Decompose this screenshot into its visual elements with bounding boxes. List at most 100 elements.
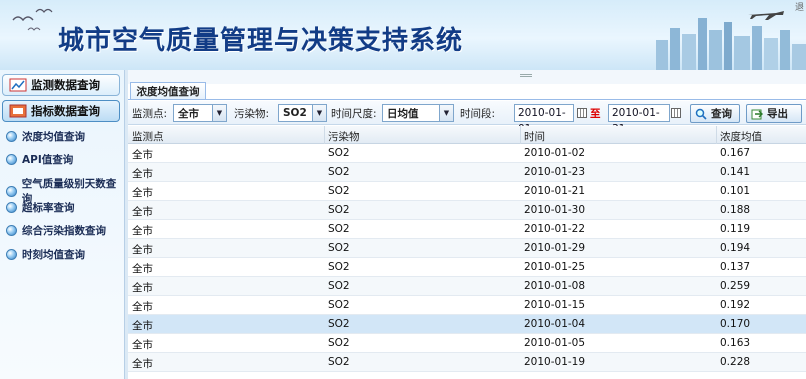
query-button-label: 查询 [711,108,732,120]
cell-concentration: 0.137 [720,261,751,273]
chevron-down-icon[interactable]: ▼ [212,105,226,121]
table-row[interactable]: 全市 SO2 2010-01-23 0.141 [128,163,806,182]
column-header-concentration[interactable]: 浓度均值 [720,129,762,144]
table-row[interactable]: 全市 SO2 2010-01-02 0.167 [128,144,806,163]
table-row[interactable]: 全市 SO2 2010-01-30 0.188 [128,201,806,220]
table-row[interactable]: 全市 SO2 2010-01-29 0.194 [128,239,806,258]
start-date-input[interactable]: 2010-01-01 [514,104,574,135]
cell-station: 全市 [132,187,153,199]
chevron-down-icon[interactable]: ▼ [439,105,453,121]
cell-pollutant: SO2 [328,318,350,330]
station-select[interactable]: 全市 ▼ [173,104,227,122]
cell-pollutant: SO2 [328,147,350,159]
cell-station: 全市 [132,301,153,313]
calendar-icon[interactable] [577,108,587,118]
period-label: 时间段: [460,108,496,120]
cell-station: 全市 [132,282,153,294]
cell-pollutant: SO2 [328,356,350,368]
bullet-icon [6,131,17,142]
cell-pollutant: SO2 [328,242,350,254]
bullet-icon [6,202,17,213]
cell-station: 全市 [132,225,153,237]
cell-station: 全市 [132,206,153,218]
table-header: 监测点 污染物 时间 浓度均值 [128,126,806,144]
cell-concentration: 0.259 [720,280,751,292]
airplane-icon [748,11,784,20]
cell-pollutant: SO2 [328,185,350,197]
cell-time: 2010-01-04 [524,318,586,330]
bullet-icon [6,249,17,260]
to-label: 至 [590,108,601,120]
cell-pollutant: SO2 [328,166,350,178]
tab-concentration-mean[interactable]: 浓度均值查询 [130,82,206,100]
column-header-pollutant[interactable]: 污染物 [328,129,360,144]
table-row[interactable]: 全市 SO2 2010-01-21 0.101 [128,182,806,201]
cell-concentration: 0.167 [720,147,751,159]
cell-concentration: 0.192 [720,299,751,311]
sidebar-item-api-value[interactable]: API值查询 [6,152,73,167]
table-row[interactable]: 全市 SO2 2010-01-25 0.137 [128,258,806,277]
bullet-icon [6,185,17,197]
pollutant-label: 污染物: [234,108,270,120]
table-row[interactable]: 全市 SO2 2010-01-08 0.259 [128,277,806,296]
column-divider [520,126,521,144]
cell-station: 全市 [132,263,153,275]
sidebar-group-indicator-query[interactable]: 指标数据查询 [2,100,120,122]
station-label: 监测点: [132,108,168,120]
sidebar-item-composite-index[interactable]: 综合污染指数查询 [6,223,106,238]
table-row[interactable]: 全市 SO2 2010-01-15 0.192 [128,296,806,315]
pollutant-select[interactable]: SO2 ▼ [278,104,327,122]
time-scale-label: 时间尺度: [331,108,377,120]
tab-divider [128,99,806,100]
collapse-handle[interactable] [520,74,532,77]
sidebar-item-concentration-mean[interactable]: 浓度均值查询 [6,129,85,144]
end-date-input[interactable]: 2010-01-31 [608,104,670,135]
cell-station: 全市 [132,358,153,370]
cell-time: 2010-01-05 [524,337,586,349]
cell-concentration: 0.228 [720,356,751,368]
time-scale-select[interactable]: 日均值 ▼ [382,104,454,122]
table-row[interactable]: 全市 SO2 2010-01-22 0.119 [128,220,806,239]
cell-time: 2010-01-29 [524,242,586,254]
cell-time: 2010-01-15 [524,299,586,311]
table-row[interactable]: 全市 SO2 2010-01-05 0.163 [128,334,806,353]
cell-station: 全市 [132,339,153,351]
table-row[interactable]: 全市 SO2 2010-01-04 0.170 [128,315,806,334]
column-divider [324,126,325,144]
app-title: 城市空气质量管理与决策支持系统 [58,26,464,56]
query-toolbar: 监测点: 全市 ▼ 污染物: SO2 ▼ 时间尺度: 日均值 ▼ 时间段: 20… [128,101,806,135]
panel-top-strip [128,70,806,84]
cell-time: 2010-01-21 [524,185,586,197]
export-button[interactable]: 导出 [746,104,802,123]
cell-concentration: 0.170 [720,318,751,330]
cell-pollutant: SO2 [328,280,350,292]
column-header-time[interactable]: 时间 [524,129,545,144]
cell-concentration: 0.194 [720,242,751,254]
data-table: 监测点 污染物 时间 浓度均值 全市 SO2 2010-01-02 0.167 全市 SO… [128,126,806,379]
sidebar-group-monitoring-query[interactable]: 监测数据查询 [2,74,120,96]
cell-time: 2010-01-08 [524,280,586,292]
query-button[interactable]: 查询 [690,104,740,123]
cell-pollutant: SO2 [328,223,350,235]
time-scale-value: 日均值 [387,107,419,120]
cell-station: 全市 [132,244,153,256]
report-icon [9,104,27,118]
main-panel: 浓度均值查询 监测点: 全市 ▼ 污染物: SO2 ▼ 时间尺度: 日均值 ▼ … [128,70,806,379]
column-header-station[interactable]: 监测点 [132,129,164,144]
sidebar-item-label: 时刻均值查询 [22,249,85,261]
sidebar-item-label: API值查询 [22,154,74,166]
calendar-icon[interactable] [671,108,681,118]
search-icon [695,108,707,120]
sidebar-item-exceed-rate[interactable]: 超标率查询 [6,200,75,215]
sidebar-item-hourly-mean[interactable]: 时刻均值查询 [6,247,85,262]
column-divider [716,126,717,144]
station-value: 全市 [178,107,199,120]
cell-concentration: 0.141 [720,166,751,178]
chevron-down-icon[interactable]: ▼ [312,105,326,121]
sidebar-item-label: 综合污染指数查询 [22,225,106,237]
cell-time: 2010-01-22 [524,223,586,235]
exit-link[interactable]: 退 [795,0,804,13]
table-row[interactable]: 全市 SO2 2010-01-19 0.228 [128,353,806,372]
cell-time: 2010-01-19 [524,356,586,368]
cell-time: 2010-01-30 [524,204,586,216]
